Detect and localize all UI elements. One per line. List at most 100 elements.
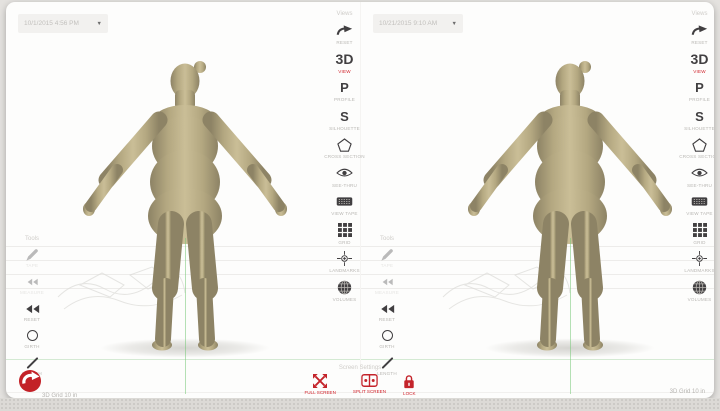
grid-toggle-button[interactable]: GRID xyxy=(693,223,707,245)
tool-item-label: MEASURE xyxy=(20,290,44,295)
back-arrow-icon xyxy=(26,275,39,288)
grid-scale-label-right: 3D Grid 10 in xyxy=(670,389,705,395)
views-toolbar-header: Views xyxy=(692,11,708,17)
line-icon xyxy=(25,356,40,369)
view-item-label: VIEW xyxy=(693,69,706,74)
chevron-down-icon: ▼ xyxy=(452,21,457,27)
view-item-label: CROSS SECTION xyxy=(324,154,365,159)
tools-toolbar: Tools TAPE MEASURE RESET GIRTH LENGTH xyxy=(17,236,47,383)
view-item-label: VIEW TAPE xyxy=(331,211,357,216)
pentagon-icon xyxy=(337,137,352,152)
eye-icon xyxy=(691,166,708,181)
view-item-label: GRID xyxy=(338,240,350,245)
girth-tool-button[interactable]: GIRTH xyxy=(24,329,39,349)
screen-setting-label: LOCK xyxy=(403,391,416,396)
lock-button[interactable]: LOCK xyxy=(403,374,416,396)
fullscreen-arrows-icon xyxy=(313,374,327,388)
silhouette-view-button[interactable]: S SILHOUETTE xyxy=(684,109,714,131)
tools-toolbar-header: Tools xyxy=(25,236,39,242)
view-item-label: SILHOUETTE xyxy=(684,126,714,131)
view-item-label: SEE-THRU xyxy=(332,183,357,188)
scan-date-value: 10/1/2015 4:56 PM xyxy=(24,20,79,27)
profile-view-button[interactable]: P PROFILE xyxy=(334,80,355,102)
tape-tool-button[interactable]: TAPE xyxy=(26,248,38,268)
scan-date-dropdown[interactable]: 10/1/2015 4:56 PM ▼ xyxy=(18,14,108,33)
lock-icon xyxy=(403,374,415,389)
tools-toolbar-header: Tools xyxy=(380,236,394,242)
view-item-label: VIEW xyxy=(338,69,351,74)
pentagon-icon xyxy=(692,137,707,152)
view-item-label: RESET xyxy=(691,40,707,45)
reset-tool-button[interactable]: RESET xyxy=(24,302,41,322)
screen-settings-header: Screen Settings xyxy=(339,365,381,371)
split-screen-button[interactable]: SPLIT SCREEN xyxy=(353,374,386,396)
eye-icon xyxy=(336,166,353,181)
measuring-tape-icon xyxy=(691,194,708,209)
tool-item-label: GIRTH xyxy=(379,344,394,349)
circle-icon xyxy=(382,329,393,342)
scan-date-dropdown[interactable]: 10/21/2015 9:10 AM ▼ xyxy=(373,14,463,33)
silhouette-text-icon: S xyxy=(695,109,704,124)
scan-date-value: 10/21/2015 9:10 AM xyxy=(379,20,437,27)
3d-text-icon: 3D xyxy=(336,52,354,67)
landmarks-button[interactable]: LANDMARKS xyxy=(329,251,359,273)
profile-text-icon: P xyxy=(340,80,349,95)
views-toolbar-header: Views xyxy=(337,11,353,17)
pencil-icon xyxy=(26,248,38,261)
globe-icon xyxy=(692,280,707,295)
see-thru-button[interactable]: SEE-THRU xyxy=(687,166,712,188)
3d-text-icon: 3D xyxy=(691,52,709,67)
scan-comparison-window: 10/1/2015 4:56 PM ▼ Views RESET 3D VIEW … xyxy=(6,2,714,398)
double-back-arrow-icon xyxy=(379,302,396,315)
reset-view-button[interactable]: RESET xyxy=(336,23,353,45)
girth-tool-button[interactable]: GIRTH xyxy=(379,329,394,349)
grid-toggle-button[interactable]: GRID xyxy=(338,223,352,245)
vertical-grid-line xyxy=(185,238,186,394)
view-tape-button[interactable]: VIEW TAPE xyxy=(331,194,357,216)
screen-setting-label: FULL SCREEN xyxy=(304,390,335,395)
silhouette-view-button[interactable]: S SILHOUETTE xyxy=(329,109,360,131)
profile-view-button[interactable]: P PROFILE xyxy=(689,80,710,102)
rotate-logo-button[interactable] xyxy=(18,369,42,393)
view-tape-button[interactable]: VIEW TAPE xyxy=(686,194,712,216)
floor-grid-line-green xyxy=(361,359,714,360)
chevron-down-icon: ▼ xyxy=(97,21,102,27)
landmarks-icon xyxy=(337,251,352,266)
measure-tool-button[interactable]: MEASURE xyxy=(20,275,44,295)
view-item-label: VIEW TAPE xyxy=(686,211,712,216)
tool-item-label: RESET xyxy=(379,317,395,322)
landmarks-button[interactable]: LANDMARKS xyxy=(684,251,714,273)
tool-item-label: RESET xyxy=(24,317,40,322)
volumes-button[interactable]: VOLUMES xyxy=(688,280,712,302)
measure-tool-button[interactable]: MEASURE xyxy=(375,275,399,295)
view-item-label: PROFILE xyxy=(689,97,710,102)
reset-arrow-icon xyxy=(336,23,353,38)
view-item-label: RESET xyxy=(336,40,352,45)
views-toolbar: Views RESET 3D VIEW P PROFILE S SILHOUET… xyxy=(330,11,359,308)
see-thru-button[interactable]: SEE-THRU xyxy=(332,166,357,188)
cross-section-button[interactable]: CROSS SECTION xyxy=(679,137,714,159)
view-item-label: VOLUMES xyxy=(688,297,712,302)
3d-view-button[interactable]: 3D VIEW xyxy=(691,52,709,74)
tool-item-label: TAPE xyxy=(381,263,393,268)
back-arrow-icon xyxy=(381,275,394,288)
cross-section-button[interactable]: CROSS SECTION xyxy=(324,137,365,159)
scan-panel-left: 10/1/2015 4:56 PM ▼ Views RESET 3D VIEW … xyxy=(6,2,360,398)
reset-view-button[interactable]: RESET xyxy=(691,23,708,45)
view-item-label: CROSS SECTION xyxy=(679,154,714,159)
reset-arrow-icon xyxy=(691,23,708,38)
profile-text-icon: P xyxy=(695,80,704,95)
view-item-label: LANDMARKS xyxy=(684,268,714,273)
3d-view-button[interactable]: 3D VIEW xyxy=(336,52,354,74)
view-item-label: PROFILE xyxy=(334,97,355,102)
reset-tool-button[interactable]: RESET xyxy=(379,302,396,322)
tool-item-label: MEASURE xyxy=(375,290,399,295)
volumes-button[interactable]: VOLUMES xyxy=(333,280,357,302)
tool-item-label: GIRTH xyxy=(24,344,39,349)
full-screen-button[interactable]: FULL SCREEN xyxy=(304,374,335,396)
floor-grid-line-green xyxy=(6,359,360,360)
scan-panel-right: 10/21/2015 9:10 AM ▼ Views RESET 3D VIEW… xyxy=(360,2,714,398)
vertical-grid-line xyxy=(570,238,571,394)
tape-tool-button[interactable]: TAPE xyxy=(381,248,393,268)
pencil-icon xyxy=(381,248,393,261)
